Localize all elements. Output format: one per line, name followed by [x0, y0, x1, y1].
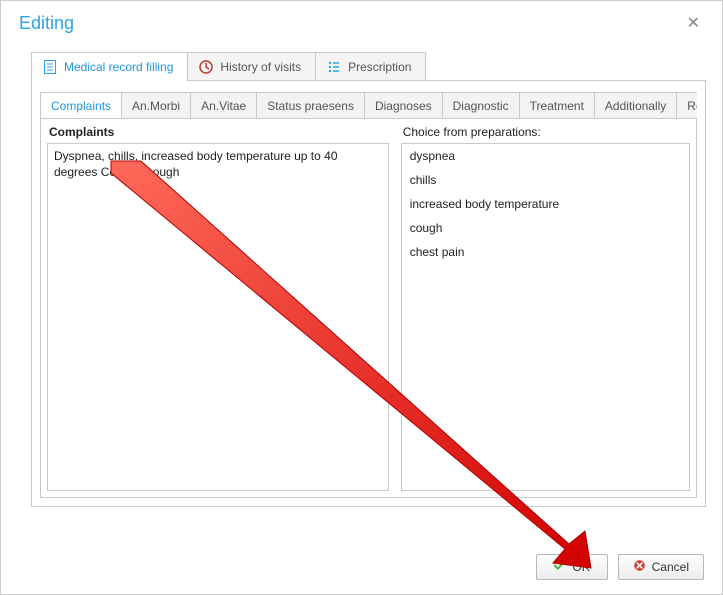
- outer-panel: Complaints An.Morbi An.Vitae Status prae…: [31, 80, 706, 507]
- list-item[interactable]: dyspnea: [402, 144, 689, 168]
- inner-tab-status-praesens[interactable]: Status praesens: [256, 92, 365, 118]
- inner-tab-complaints[interactable]: Complaints: [40, 92, 122, 118]
- ok-button[interactable]: OK: [536, 554, 608, 580]
- inner-tab-bar: Complaints An.Morbi An.Vitae Status prae…: [40, 91, 697, 118]
- outer-tab-bar: Medical record filling History of visits…: [31, 51, 722, 80]
- tab-label: History of visits: [220, 60, 301, 74]
- document-lines-icon: [42, 59, 58, 75]
- cancel-label: Cancel: [652, 560, 689, 574]
- inner-tab-treatment[interactable]: Treatment: [519, 92, 595, 118]
- complaints-panel: Complaints Dyspnea, chills, increased bo…: [40, 118, 697, 498]
- titlebar: Editing ✕: [1, 1, 722, 43]
- list-icon: [326, 59, 342, 75]
- list-item[interactable]: chest pain: [402, 240, 689, 264]
- tab-medical-record-filling[interactable]: Medical record filling: [31, 52, 188, 81]
- inner-tab-diagnoses[interactable]: Diagnoses: [364, 92, 443, 118]
- complaints-header: Complaints: [47, 125, 389, 143]
- dialog-footer: OK Cancel: [536, 554, 704, 580]
- editing-dialog: Editing ✕ Medical record filling History…: [0, 0, 723, 595]
- tab-prescription[interactable]: Prescription: [315, 52, 426, 81]
- cancel-button[interactable]: Cancel: [618, 554, 704, 580]
- history-icon: [198, 59, 214, 75]
- check-icon: [553, 559, 566, 575]
- inner-tab-additionally[interactable]: Additionally: [594, 92, 677, 118]
- inner-tab-an-morbi[interactable]: An.Morbi: [121, 92, 191, 118]
- list-item[interactable]: increased body temperature: [402, 192, 689, 216]
- complaints-right-column: Choice from preparations: dyspnea chills…: [395, 119, 696, 497]
- list-item[interactable]: chills: [402, 168, 689, 192]
- tab-label: Prescription: [348, 60, 411, 74]
- list-item[interactable]: cough: [402, 216, 689, 240]
- cancel-icon: [633, 559, 646, 575]
- complaints-textarea[interactable]: Dyspnea, chills, increased body temperat…: [47, 143, 389, 491]
- tab-label: Medical record filling: [64, 60, 173, 74]
- inner-tab-diagnostic[interactable]: Diagnostic: [442, 92, 520, 118]
- inner-tab-result[interactable]: Result: [676, 92, 697, 118]
- inner-tab-an-vitae[interactable]: An.Vitae: [190, 92, 257, 118]
- preparations-header: Choice from preparations:: [401, 125, 690, 143]
- complaints-left-column: Complaints Dyspnea, chills, increased bo…: [41, 119, 395, 497]
- tab-history-of-visits[interactable]: History of visits: [187, 52, 316, 81]
- preparations-listbox[interactable]: dyspnea chills increased body temperatur…: [401, 143, 690, 491]
- close-icon[interactable]: ✕: [681, 11, 706, 35]
- ok-label: OK: [572, 560, 589, 574]
- window-title: Editing: [19, 13, 74, 34]
